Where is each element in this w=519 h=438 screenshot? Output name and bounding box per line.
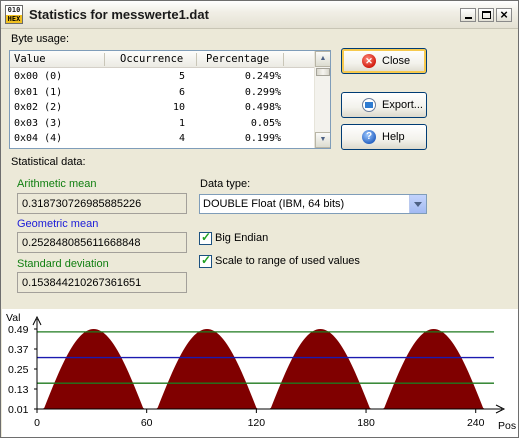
cell-value: 0x04 (4) <box>14 133 63 144</box>
cell-percentage: 0.249% <box>244 71 281 82</box>
y-tick-label: 0.25 <box>8 364 29 376</box>
scroll-thumb[interactable] <box>316 68 330 76</box>
scroll-up-button[interactable]: ▲ <box>315 51 330 67</box>
column-header-percentage[interactable]: Percentage <box>206 53 269 65</box>
statistical-data-label: Statistical data: <box>11 156 86 168</box>
data-type-selected-value: DOUBLE Float (IBM, 64 bits) <box>203 198 345 210</box>
data-type-select[interactable]: DOUBLE Float (IBM, 64 bits) <box>199 194 427 214</box>
big-endian-checkbox[interactable] <box>199 230 212 245</box>
standard-deviation-field[interactable]: 0.153844210267361651 <box>17 272 187 293</box>
x-tick-label: 0 <box>34 417 40 429</box>
list-rows: 0x00 (0) 5 0.249% 0x01 (1) 6 0.299% 0x02… <box>10 69 315 147</box>
cell-percentage: 0.299% <box>244 86 281 98</box>
y-tick-label: 0.37 <box>8 344 29 356</box>
cell-occurrence: 4 <box>178 133 185 144</box>
maximize-icon <box>482 11 491 19</box>
chevron-down-icon: ▼ <box>319 136 327 143</box>
scale-range-checkbox[interactable] <box>199 253 212 268</box>
standard-deviation-value: 0.153844210267361651 <box>22 277 142 289</box>
cell-percentage: 0.498% <box>244 102 281 113</box>
cell-value: 0x03 (3) <box>14 117 63 129</box>
y-tick-label: 0.01 <box>8 404 29 416</box>
minimize-icon <box>465 17 472 19</box>
chevron-up-icon: ▲ <box>319 55 327 62</box>
export-button[interactable]: Export... <box>341 92 427 118</box>
x-tick-label: 240 <box>467 417 485 429</box>
cell-value: 0x02 (2) <box>14 102 63 113</box>
hex-app-icon: 010 HEX <box>5 5 23 24</box>
table-row[interactable]: 0x03 (3) 1 0.05% <box>10 116 315 132</box>
column-separator[interactable] <box>196 53 197 66</box>
table-row[interactable]: 0x02 (2) 10 0.498% <box>10 100 315 116</box>
y-tick-label: 0.49 <box>8 324 29 336</box>
cell-occurrence: 5 <box>178 71 185 82</box>
help-button[interactable]: Help <box>341 124 427 150</box>
arithmetic-mean-value: 0.318730726985885226 <box>22 198 142 210</box>
maximize-button[interactable] <box>478 8 494 22</box>
list-scrollbar[interactable]: ▲ ▼ <box>314 51 330 148</box>
x-tick-label: 180 <box>357 417 375 429</box>
byte-usage-list[interactable]: Value Occurrence Percentage 0x00 (0) 5 0… <box>9 50 331 149</box>
app-icon-top-text: 010 <box>7 6 21 14</box>
table-row[interactable]: 0x00 (0) 5 0.249% <box>10 69 315 85</box>
scale-range-label[interactable]: Scale to range of used values <box>215 255 360 267</box>
help-button-label: Help <box>382 131 405 143</box>
chevron-down-icon[interactable] <box>409 195 426 213</box>
y-tick-label: 0.13 <box>8 384 29 396</box>
value-area-series <box>37 329 494 409</box>
close-icon: × <box>500 7 508 22</box>
export-icon <box>362 98 376 112</box>
close-button-label: Close <box>382 55 411 67</box>
cell-occurrence: 6 <box>178 86 185 98</box>
table-row[interactable]: 0x01 (1) 6 0.299% <box>10 85 315 101</box>
cell-value: 0x00 (0) <box>14 71 63 82</box>
close-button[interactable]: Close <box>341 48 427 74</box>
close-window-button[interactable]: × <box>496 7 512 22</box>
x-tick-label: 60 <box>141 417 153 429</box>
app-icon-bottom-text: HEX <box>6 15 22 23</box>
value-plot[interactable]: Val Pos 0.01 0.13 0.25 0.37 0.49 0 60 120 180 240 <box>2 309 518 437</box>
geometric-mean-value: 0.252848085611668848 <box>22 237 141 249</box>
cell-occurrence: 10 <box>172 102 185 113</box>
scroll-down-button[interactable]: ▼ <box>315 132 330 148</box>
arithmetic-mean-label: Arithmetic mean <box>17 178 97 190</box>
statistics-window: 010 HEX Statistics for messwerte1.dat × … <box>0 0 519 438</box>
list-header: Value Occurrence Percentage <box>10 51 315 68</box>
column-header-occurrence[interactable]: Occurrence <box>120 53 183 65</box>
export-button-label: Export... <box>382 99 423 111</box>
help-icon <box>362 130 376 144</box>
big-endian-label[interactable]: Big Endian <box>215 232 268 244</box>
arithmetic-mean-field[interactable]: 0.318730726985885226 <box>17 193 187 214</box>
value-plot-svg: Val Pos 0.01 0.13 0.25 0.37 0.49 0 60 120 180 240 <box>6 312 516 432</box>
data-type-label: Data type: <box>200 178 251 190</box>
cell-value: 0x01 (1) <box>14 86 63 98</box>
x-tick-label: 120 <box>248 417 266 429</box>
title-bar[interactable]: 010 HEX Statistics for messwerte1.dat × <box>1 1 518 29</box>
geometric-mean-label: Geometric mean <box>17 218 99 230</box>
column-separator[interactable] <box>283 53 284 66</box>
y-axis-title: Val <box>6 312 20 324</box>
column-header-value[interactable]: Value <box>14 53 46 65</box>
table-row[interactable]: 0x04 (4) 4 0.199% <box>10 131 315 147</box>
minimize-button[interactable] <box>460 8 476 22</box>
column-separator[interactable] <box>104 53 105 66</box>
cell-occurrence: 1 <box>178 117 185 129</box>
cell-percentage: 0.199% <box>244 133 281 144</box>
window-title: Statistics for messwerte1.dat <box>29 7 209 22</box>
close-circle-icon <box>362 54 376 68</box>
standard-deviation-label: Standard deviation <box>17 258 109 270</box>
geometric-mean-field[interactable]: 0.252848085611668848 <box>17 232 187 253</box>
cell-percentage: 0.05% <box>250 117 281 129</box>
byte-usage-label: Byte usage: <box>11 33 70 45</box>
x-axis-title: Pos <box>498 420 516 432</box>
